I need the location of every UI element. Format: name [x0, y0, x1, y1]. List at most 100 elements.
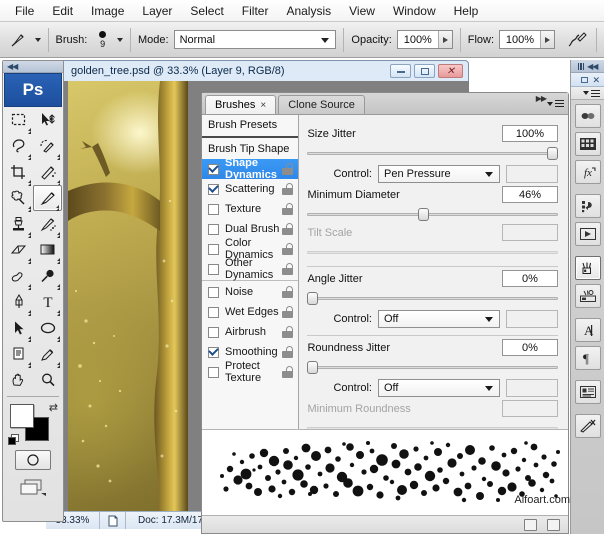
- list-item-color-dynamics[interactable]: Color Dynamics: [202, 239, 298, 259]
- menu-item-select[interactable]: Select: [181, 2, 232, 20]
- foreground-color-swatch[interactable]: [10, 404, 34, 428]
- lock-icon[interactable]: [282, 163, 293, 175]
- size-control-extra-field[interactable]: [506, 165, 558, 183]
- list-item-protect-texture[interactable]: Protect Texture: [202, 362, 298, 382]
- current-tool-preset-brush-icon[interactable]: [6, 28, 31, 52]
- opacity-stepper-button[interactable]: [438, 31, 452, 48]
- info-panel-icon[interactable]: [575, 380, 601, 404]
- angle-control-extra-field[interactable]: [506, 310, 558, 328]
- slice-tool[interactable]: [33, 159, 62, 185]
- styles-fx-panel-icon[interactable]: fx: [575, 160, 601, 184]
- type-tool[interactable]: T: [33, 289, 62, 315]
- tab-clone-source[interactable]: Clone Source: [278, 95, 365, 114]
- list-item-airbrush[interactable]: Airbrush: [202, 322, 298, 342]
- gradient-tool[interactable]: [33, 237, 62, 263]
- menu-item-window[interactable]: Window: [384, 2, 445, 20]
- roundness-control-select[interactable]: Off: [378, 379, 500, 397]
- panel-expand-double-chevron-icon[interactable]: ▶▶: [536, 94, 546, 103]
- list-item-scattering[interactable]: Scattering: [202, 179, 298, 199]
- lock-icon[interactable]: [282, 286, 293, 298]
- move-tool[interactable]: [33, 107, 62, 133]
- pen-tool[interactable]: [4, 289, 33, 315]
- lock-icon[interactable]: [282, 326, 293, 338]
- checkbox-other-dynamics[interactable]: [208, 264, 219, 275]
- lock-icon[interactable]: [282, 366, 293, 378]
- color-panel-icon[interactable]: [575, 104, 601, 128]
- tab-brushes-close-icon[interactable]: ×: [260, 100, 266, 111]
- quick-mask-mode-button[interactable]: [15, 450, 51, 470]
- angle-jitter-slider[interactable]: [307, 291, 558, 305]
- lock-icon[interactable]: [282, 203, 293, 215]
- angle-control-select[interactable]: Off: [378, 310, 500, 328]
- checkbox-color-dynamics[interactable]: [208, 244, 219, 255]
- default-colors-icon[interactable]: [8, 434, 19, 445]
- lock-icon[interactable]: [282, 223, 293, 235]
- list-item-noise[interactable]: Noise: [202, 282, 298, 302]
- clone-stamp-tool[interactable]: [4, 211, 33, 237]
- brush-preview-thumbnail[interactable]: 9: [92, 31, 113, 49]
- minimum-diameter-slider[interactable]: [307, 207, 558, 221]
- roundness-jitter-value[interactable]: 0%: [502, 339, 558, 356]
- tool-presets-panel-icon[interactable]: [575, 414, 601, 438]
- list-item-brush-presets[interactable]: Brush Presets: [202, 115, 298, 135]
- menu-item-view[interactable]: View: [340, 2, 384, 20]
- list-item-smoothing[interactable]: Smoothing: [202, 342, 298, 362]
- list-item-brush-tip-shape[interactable]: Brush Tip Shape: [202, 139, 298, 159]
- checkbox-protect-texture[interactable]: [208, 367, 219, 378]
- dodge-tool[interactable]: [33, 263, 62, 289]
- swap-colors-icon[interactable]: ⇄: [49, 401, 58, 414]
- healing-brush-tool[interactable]: [4, 185, 33, 211]
- crop-tool[interactable]: [4, 159, 33, 185]
- lasso-tool[interactable]: [4, 133, 33, 159]
- history-panel-icon[interactable]: [575, 194, 601, 218]
- paragraph-panel-icon[interactable]: ¶: [575, 346, 601, 370]
- lock-icon[interactable]: [282, 346, 293, 358]
- lock-icon[interactable]: [282, 263, 293, 275]
- lock-icon[interactable]: [282, 306, 293, 318]
- dock-menu-button[interactable]: [571, 87, 604, 100]
- maximize-button[interactable]: [414, 64, 435, 78]
- slider-knob[interactable]: [307, 361, 318, 374]
- quick-selection-tool[interactable]: [33, 133, 62, 159]
- checkbox-wet-edges[interactable]: [208, 307, 219, 318]
- panel-menu-button[interactable]: [547, 100, 564, 107]
- brush-picker-chevron-down-icon[interactable]: [117, 38, 123, 42]
- delete-brush-icon[interactable]: [547, 519, 560, 531]
- opacity-field[interactable]: 100%: [397, 30, 453, 49]
- menu-item-layer[interactable]: Layer: [133, 2, 181, 20]
- blend-mode-select[interactable]: Normal: [174, 30, 337, 49]
- flow-stepper-button[interactable]: [540, 31, 554, 48]
- dock-grip-handle[interactable]: ◀◀: [571, 60, 604, 73]
- swatches-panel-icon[interactable]: [575, 132, 601, 156]
- size-control-select[interactable]: Pen Pressure: [378, 165, 500, 183]
- checkbox-noise[interactable]: [208, 287, 219, 298]
- document-title-bar[interactable]: golden_tree.psd @ 33.3% (Layer 9, RGB/8)…: [45, 61, 468, 81]
- hand-tool[interactable]: [4, 367, 33, 393]
- rectangular-marquee-tool[interactable]: [4, 107, 33, 133]
- close-button[interactable]: ✕: [438, 64, 463, 78]
- character-panel-icon[interactable]: A: [575, 318, 601, 342]
- dock-restore-icon[interactable]: [581, 77, 588, 83]
- checkbox-scattering[interactable]: [208, 184, 219, 195]
- eyedropper-tool[interactable]: [33, 341, 62, 367]
- menu-item-file[interactable]: File: [6, 2, 43, 20]
- slider-knob[interactable]: [418, 208, 429, 221]
- history-brush-tool[interactable]: [33, 211, 62, 237]
- minimum-diameter-value[interactable]: 46%: [502, 186, 558, 203]
- slider-knob[interactable]: [547, 147, 558, 160]
- checkbox-shape-dynamics[interactable]: [208, 164, 219, 175]
- menu-item-analysis[interactable]: Analysis: [277, 2, 340, 20]
- tool-preset-chevron-down-icon[interactable]: [35, 38, 41, 42]
- dock-close-icon[interactable]: ✕: [592, 76, 600, 84]
- brush-tool[interactable]: [33, 185, 62, 211]
- flow-field[interactable]: 100%: [499, 30, 555, 49]
- list-item-other-dynamics[interactable]: Other Dynamics: [202, 259, 298, 279]
- zoom-tool[interactable]: [33, 367, 62, 393]
- lock-icon[interactable]: [282, 183, 293, 195]
- notes-tool[interactable]: [4, 341, 33, 367]
- menu-item-edit[interactable]: Edit: [43, 2, 82, 20]
- size-jitter-slider[interactable]: [307, 146, 558, 160]
- angle-jitter-value[interactable]: 0%: [502, 270, 558, 287]
- clone-source-panel-icon[interactable]: [575, 284, 601, 308]
- toolbox-collapse-handle[interactable]: ◀◀: [3, 61, 63, 73]
